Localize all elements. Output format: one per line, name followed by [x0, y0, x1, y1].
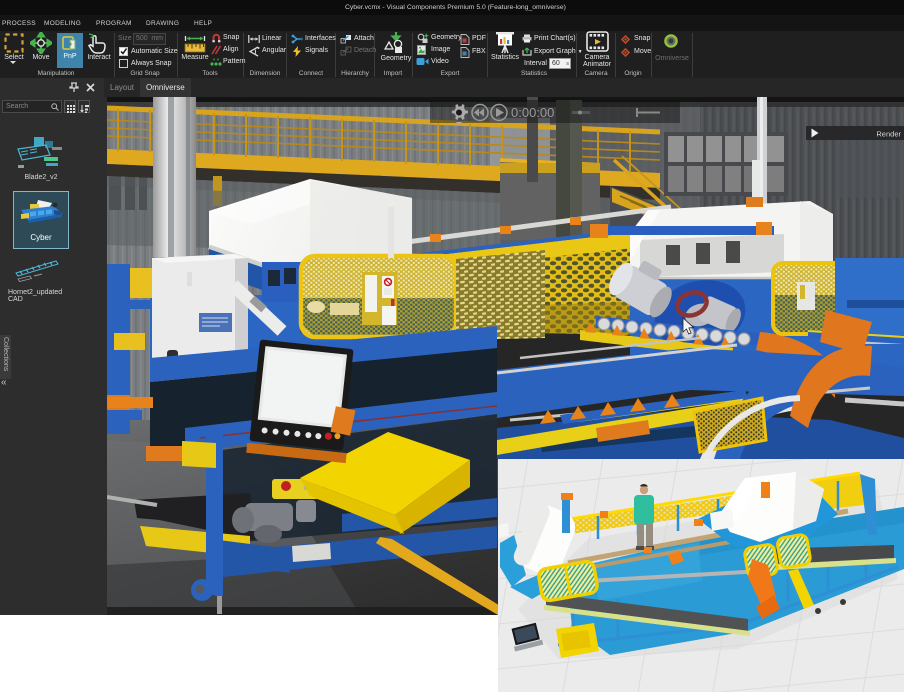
svg-text:0:00:00: 0:00:00 — [511, 105, 554, 120]
svg-text:Render: Render — [876, 130, 901, 139]
